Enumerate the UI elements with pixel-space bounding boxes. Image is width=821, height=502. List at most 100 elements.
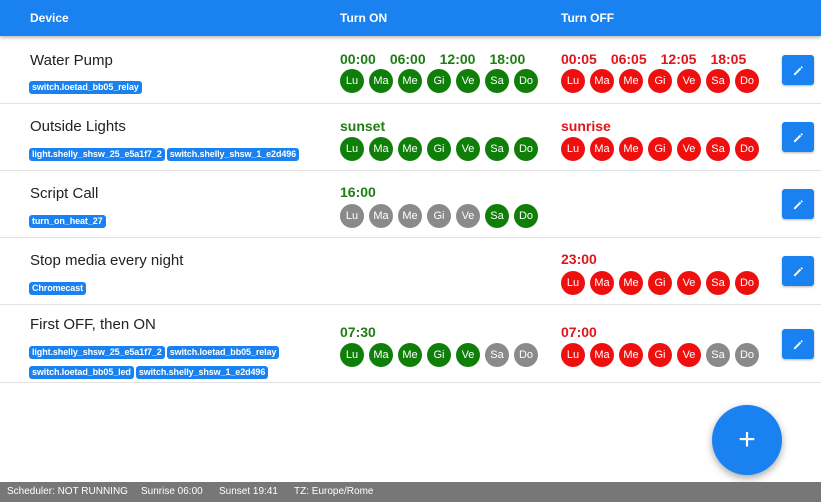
- time-value: sunset: [340, 118, 386, 134]
- device-column-header: Device: [30, 11, 69, 25]
- turn-on-days: Lu Ma Me Gi Ve Sa Do: [340, 343, 543, 367]
- day-chip: Ve: [456, 343, 480, 367]
- table-header: Device Turn ON Turn OFF: [0, 0, 821, 36]
- pencil-icon: [793, 266, 803, 276]
- day-chip: Gi: [427, 69, 451, 93]
- status-bar: Scheduler: NOT RUNNING Sunrise 06:00 Sun…: [0, 482, 821, 502]
- entity-tag: light.shelly_shsw_25_e5a1f7_2: [29, 346, 165, 359]
- entity-tags: light.shelly_shsw_25_e5a1f7_2 switch.loet…: [29, 342, 329, 382]
- time-value: 00:05: [561, 51, 597, 67]
- turn-off-days: Lu Ma Me Gi Ve Sa Do: [561, 69, 764, 93]
- day-chip: Lu: [340, 204, 364, 228]
- day-chip: Gi: [648, 271, 672, 295]
- entity-tags: light.shelly_shsw_25_e5a1f7_2 switch.shel…: [29, 144, 329, 164]
- schedule-row: Outside Lights light.shelly_shsw_25_e5a1f…: [0, 104, 821, 171]
- day-chip: Me: [619, 69, 643, 93]
- turn-off-days: Lu Ma Me Gi Ve Sa Do: [561, 343, 764, 367]
- day-chip: Lu: [561, 69, 585, 93]
- day-chip: Gi: [648, 343, 672, 367]
- pencil-icon: [793, 65, 803, 75]
- entity-tag: light.shelly_shsw_25_e5a1f7_2: [29, 148, 165, 161]
- timezone: TZ: Europe/Rome: [294, 486, 374, 497]
- day-chip: Do: [735, 343, 759, 367]
- day-chip: Sa: [485, 204, 509, 228]
- day-chip: Sa: [706, 69, 730, 93]
- day-chip: Ve: [677, 343, 701, 367]
- turn-on-column-header: Turn ON: [340, 11, 388, 25]
- pencil-icon: [793, 132, 803, 142]
- add-schedule-button[interactable]: +: [712, 405, 782, 475]
- day-chip: Ve: [456, 69, 480, 93]
- device-name: Water Pump: [30, 52, 113, 69]
- pencil-icon: [793, 339, 803, 349]
- schedule-row: Script Call turn_on_heat_27 16:00 Lu Ma Me Gi V…: [0, 171, 821, 238]
- day-chip: Me: [398, 137, 422, 161]
- time-value: 07:00: [561, 324, 597, 340]
- turn-on-days: Lu Ma Me Gi Ve Sa Do: [340, 137, 543, 161]
- entity-tags: switch.loetad_bb05_relay: [29, 77, 329, 97]
- entity-tags: turn_on_heat_27: [29, 211, 329, 231]
- day-chip: Do: [735, 137, 759, 161]
- day-chip: Ve: [456, 204, 480, 228]
- entity-tag: switch.loetad_bb05_relay: [166, 346, 280, 359]
- edit-button[interactable]: [782, 55, 814, 85]
- turn-off-times: sunrise: [561, 118, 625, 134]
- edit-button[interactable]: [782, 256, 814, 286]
- day-chip: Lu: [340, 137, 364, 161]
- device-name: Outside Lights: [30, 118, 126, 135]
- schedule-row: First OFF, then ON light.shelly_shsw_25_e…: [0, 305, 821, 383]
- day-chip: Gi: [427, 137, 451, 161]
- schedule-row: Water Pump switch.loetad_bb05_relay 00:00 0…: [0, 36, 821, 104]
- turn-off-days: Lu Ma Me Gi Ve Sa Do: [561, 137, 764, 161]
- day-chip: Lu: [561, 343, 585, 367]
- time-value: 16:00: [340, 184, 376, 200]
- turn-on-times: 16:00: [340, 184, 390, 200]
- sunrise-time: Sunrise 06:00: [141, 486, 203, 497]
- time-value: 00:00: [340, 51, 376, 67]
- device-name: Stop media every night: [30, 252, 184, 269]
- day-chip: Me: [398, 343, 422, 367]
- time-value: 18:00: [489, 51, 526, 67]
- day-chip: Sa: [485, 343, 509, 367]
- turn-off-times: 23:00: [561, 251, 611, 267]
- day-chip: Ve: [677, 69, 701, 93]
- day-chip: Ma: [590, 271, 614, 295]
- day-chip: Ve: [677, 137, 701, 161]
- time-value: 23:00: [561, 251, 597, 267]
- day-chip: Sa: [485, 137, 509, 161]
- day-chip: Ma: [369, 204, 393, 228]
- day-chip: Do: [514, 69, 538, 93]
- time-value: 06:00: [389, 51, 426, 67]
- time-value: 06:05: [610, 51, 647, 67]
- entity-tags: Chromecast: [29, 278, 329, 298]
- edit-button[interactable]: [782, 189, 814, 219]
- day-chip: Gi: [648, 137, 672, 161]
- day-chip: Gi: [427, 343, 451, 367]
- edit-button[interactable]: [782, 122, 814, 152]
- time-value: 07:30: [340, 324, 376, 340]
- day-chip: Ma: [369, 69, 393, 93]
- day-chip: Ve: [456, 137, 480, 161]
- day-chip: Me: [619, 343, 643, 367]
- day-chip: Gi: [427, 204, 451, 228]
- day-chip: Ve: [677, 271, 701, 295]
- time-value: 12:05: [660, 51, 697, 67]
- day-chip: Ma: [590, 343, 614, 367]
- day-chip: Do: [735, 69, 759, 93]
- turn-off-column-header: Turn OFF: [561, 11, 615, 25]
- day-chip: Ma: [590, 137, 614, 161]
- turn-on-days: Lu Ma Me Gi Ve Sa Do: [340, 204, 543, 228]
- day-chip: Do: [735, 271, 759, 295]
- edit-button[interactable]: [782, 329, 814, 359]
- day-chip: Lu: [340, 69, 364, 93]
- entity-tag: switch.shelly_shsw_1_e2d496: [166, 148, 300, 161]
- device-name: Script Call: [30, 185, 99, 202]
- device-name: First OFF, then ON: [30, 316, 156, 333]
- day-chip: Lu: [561, 137, 585, 161]
- turn-on-times: 00:00 06:00 12:00 18:00: [340, 51, 539, 67]
- time-value: 12:00: [439, 51, 476, 67]
- entity-tag: switch.loetad_bb05_led: [29, 366, 134, 379]
- day-chip: Do: [514, 204, 538, 228]
- turn-on-times: 07:30: [340, 324, 390, 340]
- day-chip: Me: [619, 271, 643, 295]
